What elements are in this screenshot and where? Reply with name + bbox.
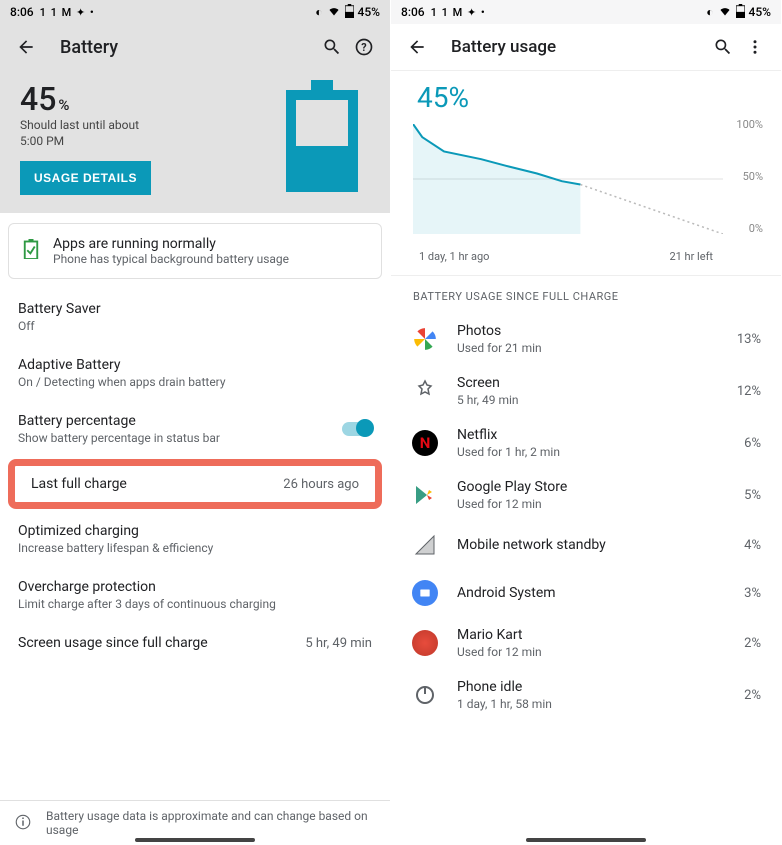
chart-current-pct: 45% [417, 81, 763, 114]
app-pct: 2% [744, 636, 761, 651]
settings-list: Battery SaverOffAdaptive BatteryOn / Det… [0, 289, 390, 663]
signal-icon [411, 531, 439, 559]
netflix-icon: N [411, 429, 439, 457]
y-label-100: 100% [736, 118, 763, 131]
page-title: Battery [60, 37, 118, 58]
app-row-phone-idle[interactable]: Phone idle1 day, 1 hr, 58 min2% [391, 669, 781, 721]
y-label-50: 50% [743, 170, 763, 183]
settings-row-battery-percentage[interactable]: Battery percentageShow battery percentag… [0, 401, 390, 457]
app-pct: 5% [744, 488, 761, 503]
chart-x-labels: 1 day, 1 hr ago 21 hr left [413, 244, 763, 269]
usage-details-button[interactable]: USAGE DETAILS [20, 161, 151, 195]
status-icons: 1 1 M ✦ • [431, 6, 486, 19]
app-pct: 6% [744, 436, 761, 451]
app-usage-list: PhotosUsed for 21 min13%Screen5 hr, 49 m… [391, 313, 781, 721]
battery-hero: 45% Should last until about5:00 PM USAGE… [0, 70, 390, 213]
gesture-bar[interactable] [135, 838, 255, 842]
card-title: Apps are running normally [53, 236, 289, 252]
app-row-google-play-store[interactable]: Google Play StoreUsed for 12 min5% [391, 469, 781, 521]
wifi-icon [718, 5, 732, 20]
overflow-button[interactable] [739, 31, 771, 63]
svg-text:?: ? [361, 41, 366, 54]
battery-icon [286, 80, 358, 192]
right-screen: 8:06 1 1 M ✦ • ◐ 45% Battery usage 45% 1… [391, 0, 782, 845]
settings-row-battery-saver[interactable]: Battery SaverOff [0, 289, 390, 345]
app-row-netflix[interactable]: NNetflixUsed for 1 hr, 2 min6% [391, 417, 781, 469]
info-icon [14, 813, 32, 834]
back-button[interactable] [10, 31, 42, 63]
app-pct: 2% [744, 688, 761, 703]
app-row-mobile-network-standby[interactable]: Mobile network standby4% [391, 521, 781, 569]
app-pct: 12% [737, 384, 761, 399]
search-button[interactable] [707, 31, 739, 63]
battery-ok-icon [23, 239, 39, 263]
play-icon [411, 481, 439, 509]
y-label-0: 0% [749, 222, 763, 235]
chart-area: 45% 100% 50% 0% 1 day, 1 hr ago 21 hr le… [391, 71, 781, 275]
left-screen: 8:06 1 1 M ✦ • ◐ 45% Battery ? 45% Shoul… [0, 0, 391, 845]
vibrate-icon: ◐ [315, 5, 322, 19]
battery-status-icon [736, 4, 745, 21]
help-button[interactable]: ? [348, 31, 380, 63]
photos-icon [411, 325, 439, 353]
status-icons: 1 1 M ✦ • [40, 6, 95, 19]
app-pct: 4% [744, 538, 761, 553]
battery-chart[interactable]: 100% 50% 0% [413, 124, 763, 244]
page-title: Battery usage [451, 37, 556, 57]
settings-row-adaptive-battery[interactable]: Adaptive BatteryOn / Detecting when apps… [0, 345, 390, 401]
status-time: 8:06 [401, 5, 425, 19]
status-battery-pct: 45% [749, 5, 771, 19]
app-row-mario-kart[interactable]: Mario KartUsed for 12 min2% [391, 617, 781, 669]
settings-row-overcharge-protection[interactable]: Overcharge protectionLimit charge after … [0, 567, 390, 623]
settings-row-optimized-charging[interactable]: Optimized chargingIncrease battery lifes… [0, 511, 390, 567]
settings-row-last-full-charge[interactable]: Last full charge26 hours ago [8, 459, 382, 509]
android-icon [411, 579, 439, 607]
gesture-bar[interactable] [526, 838, 646, 842]
app-row-photos[interactable]: PhotosUsed for 21 min13% [391, 313, 781, 365]
battery-pct: 45% [20, 80, 286, 118]
screen-icon [411, 377, 439, 405]
settings-row-screen-usage-since-full-charge[interactable]: Screen usage since full charge5 hr, 49 m… [0, 623, 390, 663]
vibrate-icon: ◐ [706, 5, 713, 19]
apps-normal-card[interactable]: Apps are running normally Phone has typi… [8, 223, 382, 279]
app-bar: Battery usage [391, 24, 781, 71]
back-button[interactable] [401, 31, 433, 63]
app-pct: 13% [737, 332, 761, 347]
app-row-screen[interactable]: Screen5 hr, 49 min12% [391, 365, 781, 417]
status-bar: 8:06 1 1 M ✦ • ◐ 45% [0, 0, 390, 24]
wifi-icon [327, 5, 341, 20]
app-row-android-system[interactable]: Android System3% [391, 569, 781, 617]
status-battery-pct: 45% [358, 5, 380, 19]
battery-status-icon [345, 4, 354, 21]
search-button[interactable] [316, 31, 348, 63]
status-bar: 8:06 1 1 M ✦ • ◐ 45% [391, 0, 781, 24]
power-icon [411, 681, 439, 709]
status-time: 8:06 [10, 5, 34, 19]
mario-icon [411, 629, 439, 657]
battery-estimate: Should last until about5:00 PM [20, 118, 160, 149]
toggle-switch[interactable] [342, 422, 372, 436]
app-bar: Battery ? [0, 24, 390, 70]
section-header: BATTERY USAGE SINCE FULL CHARGE [391, 276, 781, 313]
card-subtitle: Phone has typical background battery usa… [53, 252, 289, 266]
app-pct: 3% [744, 586, 761, 601]
